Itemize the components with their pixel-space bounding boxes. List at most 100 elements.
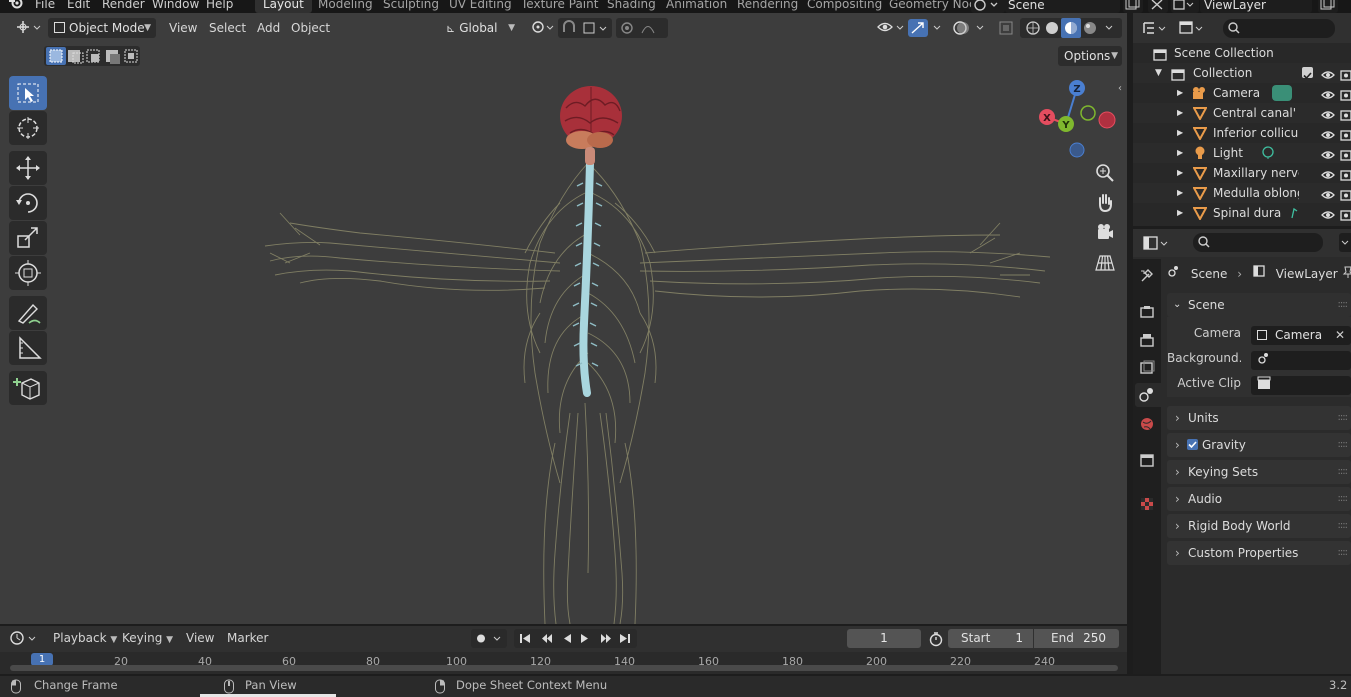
perspective-grid-icon[interactable] bbox=[1092, 250, 1118, 276]
mouse-right-icon bbox=[434, 679, 446, 697]
tab-compositing[interactable]: Compositing bbox=[807, 0, 882, 13]
camera-view-icon[interactable] bbox=[1092, 220, 1118, 246]
outliner-scene-collection[interactable]: Scene Collection bbox=[1133, 43, 1351, 63]
timeline-scrollbar[interactable] bbox=[10, 665, 1118, 671]
remove-scene-icon[interactable] bbox=[1148, 0, 1168, 13]
menu-help[interactable]: Help bbox=[206, 0, 233, 13]
properties-search-input[interactable] bbox=[1193, 233, 1323, 252]
new-scene-icon[interactable] bbox=[1123, 0, 1143, 13]
gravity-panel[interactable]: › Gravity :::: bbox=[1167, 433, 1351, 457]
outliner-item-light[interactable]: ▶ Light bbox=[1133, 143, 1351, 163]
navigation-gizmo[interactable]: Z X Y bbox=[1032, 75, 1118, 161]
camera-field[interactable]: Camera ✕ bbox=[1251, 326, 1351, 345]
timeline-editor-type-icon[interactable] bbox=[8, 628, 40, 648]
camera-data-icon[interactable] bbox=[1272, 85, 1292, 101]
auto-keying-toggle[interactable] bbox=[471, 629, 507, 648]
drag-handle-icon[interactable]: :::: bbox=[1338, 541, 1349, 565]
tab-animation[interactable]: Animation bbox=[666, 0, 727, 13]
tab-rendering[interactable]: Rendering bbox=[737, 0, 798, 13]
3d-viewport[interactable]: Object Mode ▼ View Select Add Object ⊾ Gl… bbox=[0, 13, 1127, 624]
audio-panel[interactable]: › Audio :::: bbox=[1167, 487, 1351, 511]
expand-chevron-icon[interactable]: ▶ bbox=[1177, 123, 1183, 143]
view-layer-tab-icon[interactable] bbox=[1138, 359, 1156, 380]
collection-tab-icon[interactable] bbox=[1138, 451, 1156, 472]
expand-chevron-icon[interactable]: ▶ bbox=[1177, 163, 1183, 183]
keying-menu[interactable]: Keying ▼ bbox=[122, 631, 173, 645]
scene-tab-icon[interactable] bbox=[1135, 383, 1161, 407]
tool-tab-icon[interactable] bbox=[1138, 267, 1156, 288]
tab-sculpting[interactable]: Sculpting bbox=[383, 0, 439, 13]
drag-handle-icon[interactable]: :::: bbox=[1338, 433, 1349, 457]
viewlayer-selector-icon[interactable] bbox=[1171, 0, 1199, 13]
outliner-item-spinal-dura[interactable]: ▶ Spinal dura bbox=[1133, 203, 1351, 223]
render-tab-icon[interactable] bbox=[1138, 303, 1156, 324]
outliner-item-camera[interactable]: ▶ Camera bbox=[1133, 83, 1351, 103]
menu-edit[interactable]: Edit bbox=[67, 0, 90, 13]
outliner-item-maxillary-nerve[interactable]: ▶ Maxillary nerve.l bbox=[1133, 163, 1351, 183]
new-viewlayer-icon[interactable] bbox=[1318, 0, 1338, 13]
menu-file[interactable]: File bbox=[35, 0, 55, 13]
units-panel[interactable]: › Units :::: bbox=[1167, 406, 1351, 430]
viewlayer-name-field[interactable]: ViewLayer bbox=[1200, 0, 1312, 13]
texture-tab-icon[interactable] bbox=[1138, 495, 1156, 516]
expand-chevron-icon[interactable]: ▶ bbox=[1177, 183, 1183, 203]
marker-menu[interactable]: Marker bbox=[227, 631, 268, 645]
active-clip-field[interactable] bbox=[1251, 376, 1351, 395]
expand-chevron-icon[interactable]: ▶ bbox=[1177, 103, 1183, 123]
expand-chevron-icon[interactable]: ▶ bbox=[1177, 83, 1183, 103]
drag-handle-icon[interactable]: :::: bbox=[1338, 460, 1349, 484]
pin-icon[interactable] bbox=[1342, 265, 1351, 282]
zoom-icon[interactable] bbox=[1092, 160, 1118, 186]
outliner-collection[interactable]: ▼ Collection bbox=[1133, 63, 1351, 83]
custom-properties-panel[interactable]: › Custom Properties :::: bbox=[1167, 541, 1351, 565]
keying-sets-panel[interactable]: › Keying Sets :::: bbox=[1167, 460, 1351, 484]
tab-layout[interactable]: Layout bbox=[255, 0, 312, 13]
playback-controls[interactable] bbox=[514, 629, 637, 648]
output-tab-icon[interactable] bbox=[1138, 331, 1156, 352]
menu-window[interactable]: Window bbox=[152, 0, 199, 13]
drag-handle-icon[interactable]: :::: bbox=[1338, 406, 1349, 430]
tab-geometry-nodes[interactable]: Geometry Noc bbox=[889, 0, 976, 13]
rigid-body-world-panel[interactable]: › Rigid Body World :::: bbox=[1167, 514, 1351, 538]
scene-panel-header[interactable]: ⌄ Scene :::: bbox=[1167, 293, 1351, 317]
collection-checkbox[interactable] bbox=[1302, 67, 1313, 80]
properties-options-icon[interactable] bbox=[1339, 233, 1351, 252]
tab-texture-paint[interactable]: Texture Paint bbox=[521, 0, 598, 13]
drag-handle-icon[interactable]: :::: bbox=[1338, 293, 1349, 317]
outliner-item-inferior-colliculus[interactable]: ▶ Inferior colliculus bbox=[1133, 123, 1351, 143]
properties-editor-type-icon[interactable] bbox=[1141, 234, 1171, 252]
eye-icon[interactable] bbox=[1321, 207, 1335, 226]
outliner-item-central-canal[interactable]: ▶ Central canal' bbox=[1133, 103, 1351, 123]
start-frame-field[interactable]: Start 1 bbox=[948, 629, 1033, 648]
background-field[interactable] bbox=[1251, 351, 1351, 370]
filter-display-icon[interactable] bbox=[1177, 19, 1207, 37]
tab-uv-editing[interactable]: UV Editing bbox=[449, 0, 512, 13]
outliner-item-label: Central canal' bbox=[1213, 106, 1297, 120]
menu-render[interactable]: Render bbox=[102, 0, 145, 13]
tab-modeling[interactable]: Modeling bbox=[318, 0, 373, 13]
drag-handle-icon[interactable]: :::: bbox=[1338, 487, 1349, 511]
pan-hand-icon[interactable] bbox=[1092, 190, 1118, 216]
expand-chevron-icon[interactable]: ▶ bbox=[1177, 203, 1183, 223]
modifier-icon[interactable] bbox=[1289, 206, 1299, 226]
clear-icon[interactable]: ✕ bbox=[1335, 326, 1345, 345]
outliner-search-input[interactable] bbox=[1223, 19, 1335, 38]
expand-chevron-icon[interactable]: ▼ bbox=[1155, 63, 1162, 83]
breadcrumb-scene: Scene bbox=[1190, 267, 1228, 281]
drag-handle-icon[interactable]: :::: bbox=[1338, 514, 1349, 538]
current-frame-field[interactable]: 1 bbox=[847, 629, 921, 648]
stopwatch-icon[interactable] bbox=[928, 631, 944, 650]
outliner-item-medulla-oblongata[interactable]: ▶ Medulla oblongat bbox=[1133, 183, 1351, 203]
timeline-view-menu[interactable]: View bbox=[186, 631, 214, 645]
scene-name-field[interactable]: Scene bbox=[1005, 0, 1120, 13]
render-camera-icon[interactable] bbox=[1339, 207, 1351, 226]
scene-selector-icon[interactable] bbox=[971, 0, 1005, 13]
tab-shading[interactable]: Shading bbox=[607, 0, 656, 13]
playback-menu[interactable]: Playback ▼ bbox=[53, 631, 117, 645]
display-mode-icon[interactable] bbox=[1141, 19, 1171, 37]
end-frame-field[interactable]: End 250 bbox=[1034, 629, 1119, 648]
gravity-checkbox[interactable] bbox=[1187, 439, 1198, 450]
blender-logo-icon[interactable] bbox=[8, 0, 24, 13]
expand-chevron-icon[interactable]: ▶ bbox=[1177, 143, 1183, 163]
world-tab-icon[interactable] bbox=[1138, 415, 1156, 436]
